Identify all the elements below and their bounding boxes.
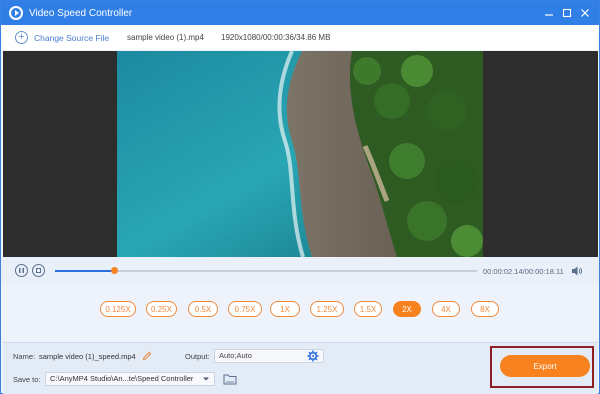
speed-button-1x[interactable]: 1X — [270, 301, 300, 317]
window-title: Video Speed Controller — [29, 7, 133, 19]
source-bar: + Change Source File sample video (1).mp… — [1, 25, 599, 50]
speed-button-8x[interactable]: 8X — [471, 301, 499, 317]
output-name-value[interactable]: sample video (1)_speed.mp4 — [39, 352, 136, 361]
progress-track[interactable] — [55, 267, 477, 274]
change-source-button[interactable]: Change Source File — [34, 33, 109, 43]
output-label: Output: — [185, 352, 210, 361]
source-file-name: sample video (1).mp4 — [127, 33, 204, 42]
speed-button-1-25x[interactable]: 1.25X — [310, 301, 344, 317]
volume-icon[interactable] — [571, 265, 583, 277]
progress-fill — [55, 270, 115, 272]
speed-button-0-75x[interactable]: 0.75X — [228, 301, 262, 317]
speed-button-0-25x[interactable]: 0.25X — [146, 301, 177, 317]
coastline-image — [117, 51, 483, 257]
add-source-icon[interactable]: + — [15, 31, 28, 44]
speed-button-2x[interactable]: 2X — [393, 301, 421, 317]
output-settings-panel: Name: sample video (1)_speed.mp4 Output:… — [3, 342, 598, 394]
app-window: Video Speed Controller + Change Source F… — [0, 0, 600, 394]
playback-bar: 00:00:02.14/00:00:18.11 — [1, 257, 599, 285]
save-to-label: Save to: — [13, 375, 41, 384]
video-preview-area — [3, 51, 598, 257]
save-path-field[interactable]: C:\AnyMP4 Studio\An...te\Speed Controlle… — [45, 372, 215, 386]
progress-thumb[interactable] — [111, 267, 119, 274]
title-bar: Video Speed Controller — [1, 1, 599, 25]
minimize-icon[interactable] — [541, 5, 557, 21]
speed-button-4x[interactable]: 4X — [432, 301, 460, 317]
close-icon[interactable] — [577, 5, 593, 21]
time-display: 00:00:02.14/00:00:18.11 — [483, 267, 564, 276]
speed-button-1-5x[interactable]: 1.5X — [354, 301, 382, 317]
export-button[interactable]: Export — [500, 355, 590, 377]
chevron-down-icon[interactable] — [197, 372, 215, 386]
pencil-icon[interactable] — [142, 351, 152, 361]
app-logo-icon — [9, 6, 23, 20]
maximize-icon[interactable] — [559, 5, 575, 21]
gear-icon[interactable] — [307, 350, 319, 362]
speed-options: 0.125X 0.25X 0.5X 0.75X 1X 1.25X 1.5X 2X 4X 8X — [1, 293, 599, 325]
speed-button-0-125x[interactable]: 0.125X — [100, 301, 136, 317]
folder-icon[interactable] — [223, 373, 237, 385]
source-file-meta: 1920x1080/00:00:36/34.86 MB — [221, 33, 331, 42]
name-label: Name: — [13, 352, 36, 361]
pause-icon[interactable] — [15, 264, 28, 277]
video-frame — [117, 51, 483, 257]
speed-button-0-5x[interactable]: 0.5X — [188, 301, 218, 317]
stop-icon[interactable] — [32, 264, 45, 277]
